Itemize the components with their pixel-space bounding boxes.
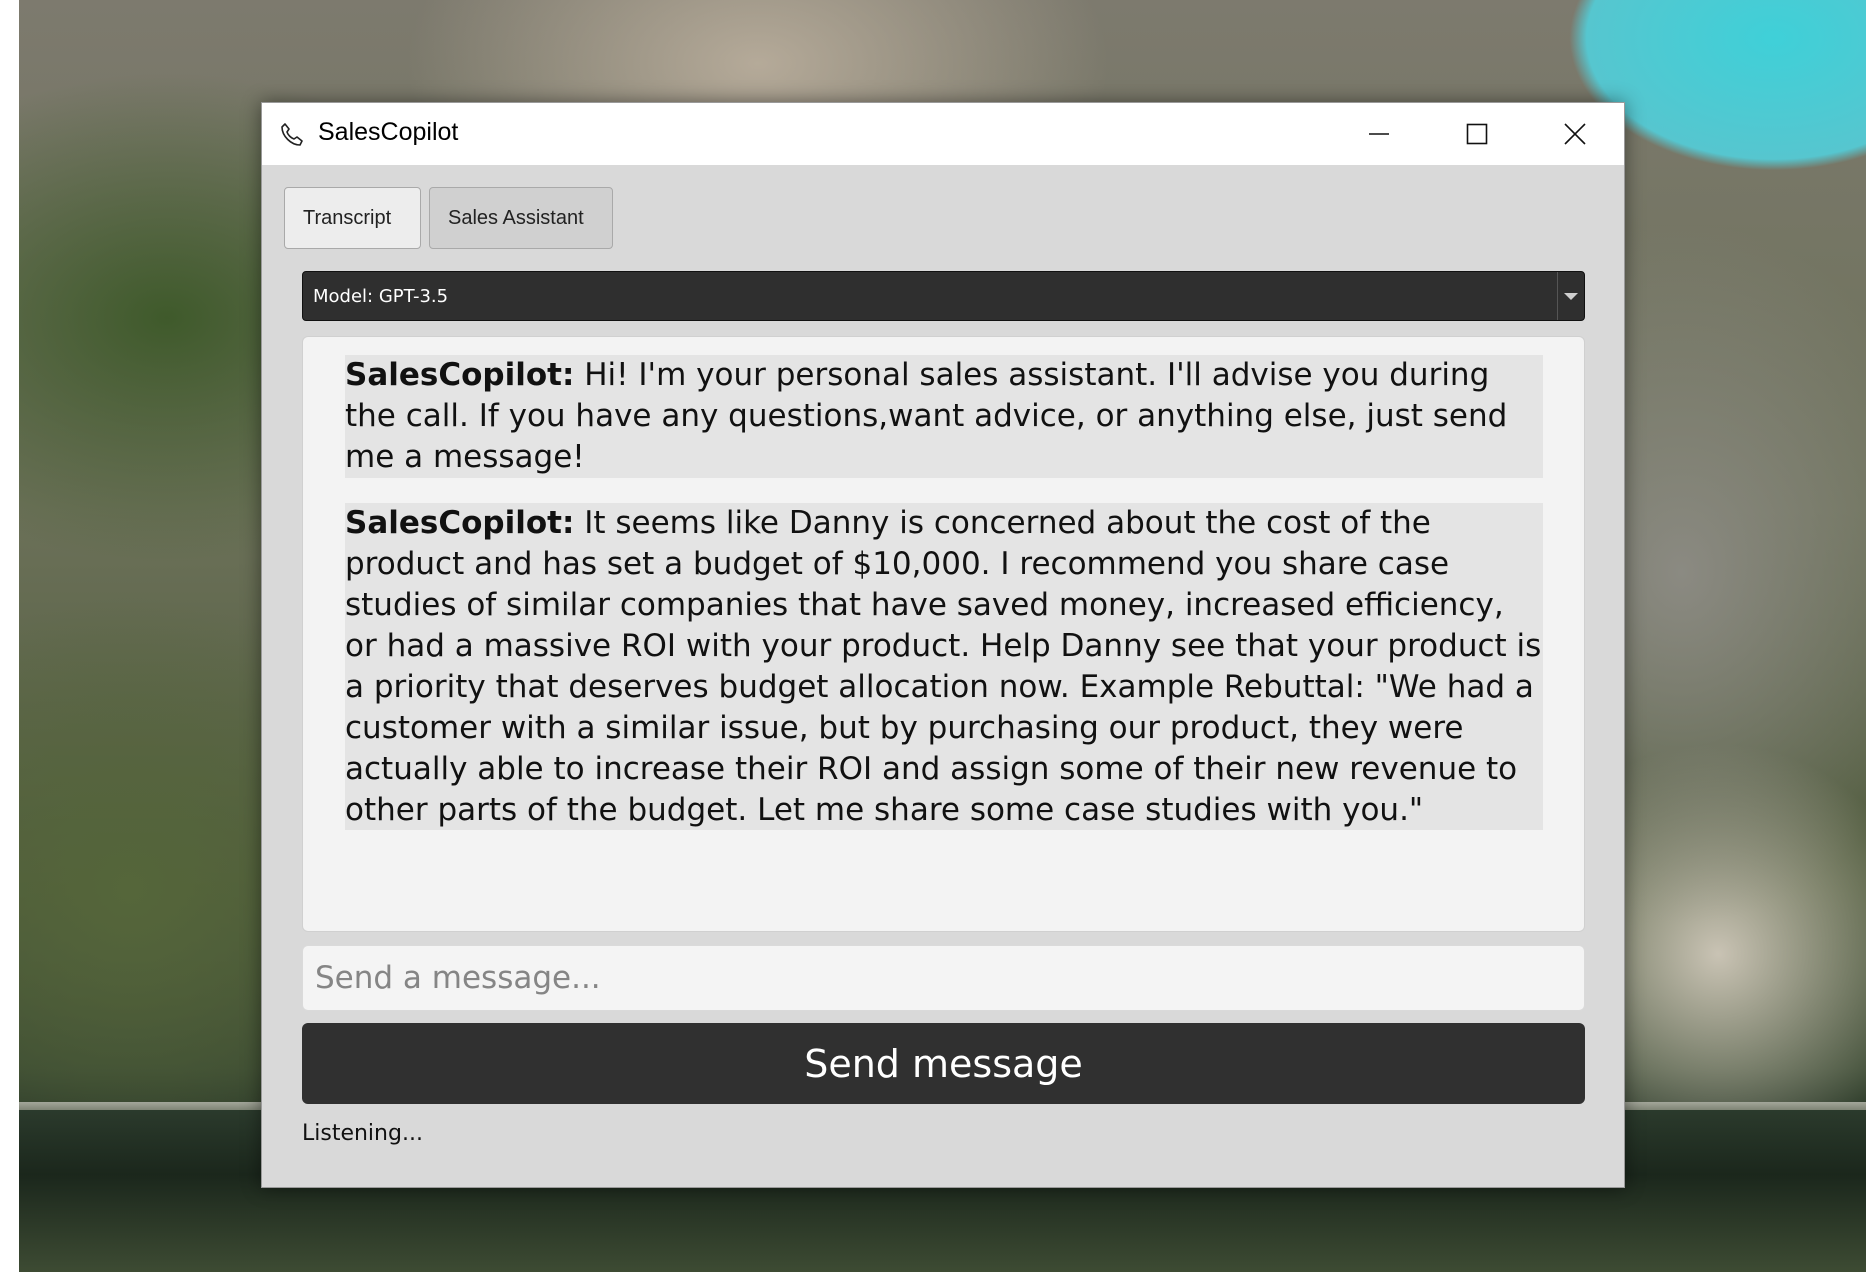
message-sender: SalesCopilot: bbox=[345, 357, 575, 393]
message-text: It seems like Danny is concerned about t… bbox=[345, 505, 1542, 828]
model-select[interactable]: Model: GPT-3.5 bbox=[302, 271, 1585, 321]
tab-sales-assistant[interactable]: Sales Assistant bbox=[429, 187, 613, 249]
window-title: SalesCopilot bbox=[318, 118, 459, 146]
chat-history[interactable]: SalesCopilot: Hi! I'm your personal sale… bbox=[302, 336, 1585, 932]
status-text: Listening... bbox=[302, 1121, 423, 1146]
model-select-value: Model: GPT-3.5 bbox=[313, 285, 449, 307]
tab-transcript[interactable]: Transcript bbox=[284, 187, 421, 249]
chevron-down-icon[interactable] bbox=[1557, 272, 1584, 320]
maximize-icon bbox=[1466, 123, 1488, 145]
app-window: SalesCopilot Transcript Sales Assistant … bbox=[261, 102, 1625, 1188]
chat-message: SalesCopilot: It seems like Danny is con… bbox=[345, 503, 1543, 830]
close-icon bbox=[1564, 123, 1586, 145]
maximize-button[interactable] bbox=[1428, 103, 1526, 165]
chat-message: SalesCopilot: Hi! I'm your personal sale… bbox=[345, 355, 1543, 478]
minimize-icon bbox=[1369, 133, 1389, 135]
title-bar[interactable]: SalesCopilot bbox=[262, 103, 1624, 165]
close-button[interactable] bbox=[1526, 103, 1624, 165]
send-message-button[interactable]: Send message bbox=[302, 1023, 1585, 1104]
message-input[interactable] bbox=[302, 945, 1585, 1011]
minimize-button[interactable] bbox=[1330, 103, 1428, 165]
message-sender: SalesCopilot: bbox=[345, 505, 575, 541]
phone-icon bbox=[278, 121, 306, 149]
